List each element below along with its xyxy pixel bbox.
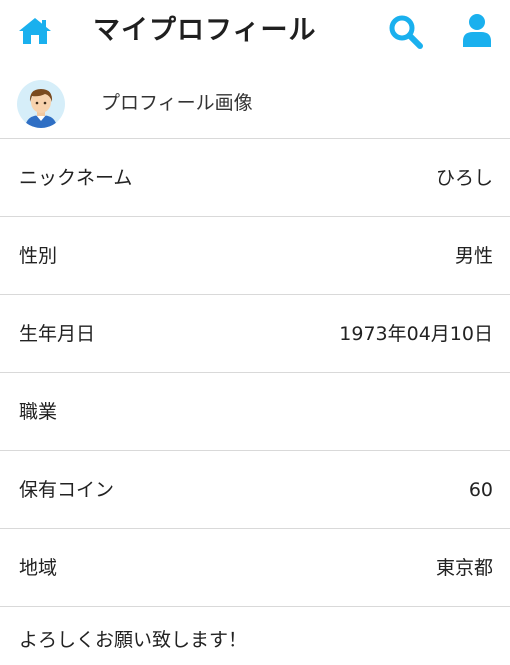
field-label: 保有コイン (19, 479, 115, 501)
profile-image-row[interactable]: プロフィール画像 (0, 64, 510, 139)
field-label: 生年月日 (19, 323, 96, 345)
user-button[interactable] (461, 13, 493, 49)
field-value: ひろし (435, 167, 493, 189)
field-label: ニックネーム (19, 167, 133, 189)
field-value: 1973年04月10日 (339, 323, 493, 345)
self-introduction-text: よろしくお願い致します！ (19, 629, 248, 651)
field-label: 性別 (19, 245, 58, 267)
avatar-boy-icon (17, 80, 65, 128)
home-icon (19, 18, 51, 44)
user-icon (463, 14, 491, 47)
field-value: 60 (468, 479, 493, 501)
profile-image-label: プロフィール画像 (101, 92, 253, 114)
field-row-region[interactable]: 地域 東京都 (0, 529, 510, 607)
field-row-birthdate[interactable]: 生年月日 1973年04月10日 (0, 295, 510, 373)
field-label: 職業 (19, 401, 58, 423)
field-row-nickname[interactable]: ニックネーム ひろし (0, 139, 510, 217)
field-row-gender[interactable]: 性別 男性 (0, 217, 510, 295)
search-button[interactable] (388, 14, 424, 50)
field-value: 男性 (454, 245, 493, 267)
field-row-coins[interactable]: 保有コイン 60 (0, 451, 510, 529)
search-icon (389, 15, 423, 49)
avatar (17, 80, 65, 128)
field-row-occupation[interactable]: 職業 (0, 373, 510, 451)
field-label: 地域 (19, 557, 58, 579)
page-title: マイプロフィール (93, 15, 317, 46)
field-value: 東京都 (435, 557, 493, 579)
home-button[interactable] (18, 16, 52, 46)
app-header: マイプロフィール (0, 0, 510, 64)
